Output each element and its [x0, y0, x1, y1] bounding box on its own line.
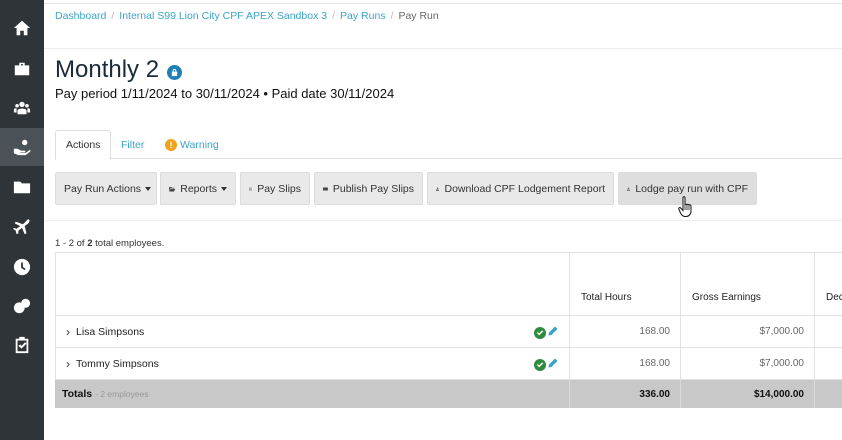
- breadcrumb-dashboard[interactable]: Dashboard: [55, 10, 106, 22]
- column-header-total-hours[interactable]: Total Hours: [569, 253, 680, 315]
- employee-name: Tommy Simpsons: [76, 357, 159, 370]
- pay-slips-label: Pay Slips: [257, 182, 301, 195]
- deductions-cell: [814, 316, 842, 347]
- employee-name-cell[interactable]: › Tommy Simpsons: [55, 348, 569, 379]
- people-icon: [13, 101, 31, 115]
- pay-run-actions-label: Pay Run Actions: [64, 182, 142, 195]
- column-header-deductions[interactable]: Dec: [814, 253, 842, 315]
- breadcrumb-separator: /: [111, 10, 115, 22]
- breadcrumb: Dashboard / Internal S99 Lion City CPF APE…: [55, 10, 439, 22]
- breadcrumb-pay-runs[interactable]: Pay Runs: [340, 10, 386, 22]
- page-title-row: Monthly 2: [55, 56, 183, 84]
- coins-icon: [13, 298, 31, 314]
- table-header: Total Hours Gross Earnings Dec: [55, 252, 842, 316]
- home-icon: [13, 20, 31, 36]
- totals-gross: $14,000.00: [680, 380, 814, 408]
- sidebar-item-home[interactable]: [0, 9, 44, 47]
- briefcase-icon: [14, 62, 30, 76]
- download-icon: [436, 186, 440, 191]
- tab-actions[interactable]: Actions: [55, 130, 112, 160]
- publish-pay-slips-label: Publish Pay Slips: [332, 182, 414, 195]
- sidebar-item-employees[interactable]: [0, 89, 44, 127]
- plane-icon: [13, 219, 30, 235]
- totals-employee-count: - 2 employees: [95, 389, 149, 399]
- reports-button[interactable]: Reports: [160, 172, 236, 205]
- caret-down-icon: [221, 186, 227, 191]
- check-circle-icon: [534, 326, 546, 339]
- download-cpf-report-button[interactable]: Download CPF Lodgement Report: [427, 172, 614, 205]
- table-row[interactable]: › Lisa Simpsons 168.00 $7,000.00: [55, 316, 842, 348]
- breadcrumb-current: Pay Run: [398, 10, 439, 22]
- count-suffix: total employees.: [95, 238, 165, 249]
- tab-filter[interactable]: Filter: [111, 130, 154, 159]
- chevron-right-icon[interactable]: ›: [66, 357, 70, 371]
- pay-slips-button[interactable]: Pay Slips: [240, 172, 310, 205]
- header-divider: [44, 48, 842, 49]
- row-status: [534, 326, 558, 339]
- sidebar-item-business[interactable]: [0, 50, 44, 88]
- totals-label: Totals: [62, 388, 93, 400]
- download-cpf-report-label: Download CPF Lodgement Report: [444, 182, 605, 195]
- folder-icon: [13, 181, 31, 194]
- sidebar-item-expenses[interactable]: [0, 287, 44, 325]
- totals-label-cell: Totals - 2 employees: [55, 380, 569, 408]
- tab-warning-label: Warning: [180, 138, 219, 151]
- sidebar-item-payroll[interactable]: [0, 128, 44, 166]
- deductions-cell: [814, 348, 842, 379]
- row-status: [534, 358, 558, 371]
- warning-icon: !: [165, 138, 177, 151]
- reports-label: Reports: [180, 182, 217, 195]
- check-circle-icon: [534, 358, 546, 371]
- totals-hours: 336.00: [569, 380, 680, 408]
- column-header-name: [55, 253, 569, 315]
- folder-open-icon: [169, 186, 176, 191]
- envelope-icon: [323, 187, 328, 190]
- tab-warning[interactable]: ! Warning: [155, 130, 229, 159]
- list-alt-icon: [249, 187, 253, 190]
- sidebar-item-tasks[interactable]: [0, 326, 44, 364]
- clipboard-check-icon: [15, 336, 29, 354]
- tab-actions-label: Actions: [66, 139, 101, 151]
- breadcrumb-business[interactable]: Internal S99 Lion City CPF APEX Sandbox …: [119, 10, 327, 22]
- chevron-right-icon[interactable]: ›: [66, 325, 70, 339]
- count-range: 1 - 2 of: [55, 238, 85, 249]
- pencil-icon[interactable]: [546, 358, 558, 371]
- employee-name-cell[interactable]: › Lisa Simpsons: [55, 316, 569, 347]
- count-total: 2: [87, 238, 93, 249]
- gross-earnings-cell: $7,000.00: [680, 348, 814, 379]
- totals-deductions: [814, 380, 842, 408]
- sidebar-item-documents[interactable]: [0, 168, 44, 206]
- breadcrumb-separator: /: [332, 10, 336, 22]
- page-title: Monthly 2: [55, 56, 160, 83]
- main-content: Dashboard / Internal S99 Lion City CPF APE…: [44, 0, 842, 440]
- hand-cursor-icon: [678, 196, 692, 217]
- caret-down-icon: [145, 186, 152, 191]
- employee-count: 1 - 2 of 2 total employees.: [55, 238, 164, 249]
- pencil-icon[interactable]: [546, 326, 558, 339]
- column-header-gross-earnings[interactable]: Gross Earnings: [680, 253, 814, 315]
- totals-row: Totals - 2 employees 336.00 $14,000.00: [55, 380, 842, 408]
- table-row[interactable]: › Tommy Simpsons 168.00 $7,000.00: [55, 348, 842, 380]
- employee-name: Lisa Simpsons: [76, 325, 145, 338]
- upload-icon: [627, 186, 631, 191]
- tab-bar: Actions Filter ! Warning: [55, 130, 842, 160]
- sidebar: [0, 0, 44, 440]
- gross-earnings-cell: $7,000.00: [680, 316, 814, 347]
- top-divider: [44, 3, 842, 4]
- pay-period-subtitle: Pay period 1/11/2024 to 30/11/2024 • Pai…: [55, 86, 395, 101]
- lock-icon: [167, 65, 183, 80]
- total-hours-cell: 168.00: [569, 348, 680, 379]
- toolbar-divider: [44, 220, 842, 221]
- tab-filter-label: Filter: [121, 138, 145, 151]
- breadcrumb-separator: /: [390, 10, 394, 22]
- total-hours-cell: 168.00: [569, 316, 680, 347]
- sidebar-item-time[interactable]: [0, 248, 44, 286]
- sidebar-item-leave[interactable]: [0, 208, 44, 246]
- lodge-cpf-label: Lodge pay run with CPF: [635, 182, 748, 195]
- pay-run-actions-button[interactable]: Pay Run Actions: [55, 172, 157, 205]
- hand-money-icon: [13, 139, 31, 156]
- publish-pay-slips-button[interactable]: Publish Pay Slips: [314, 172, 423, 205]
- clock-icon: [13, 258, 31, 276]
